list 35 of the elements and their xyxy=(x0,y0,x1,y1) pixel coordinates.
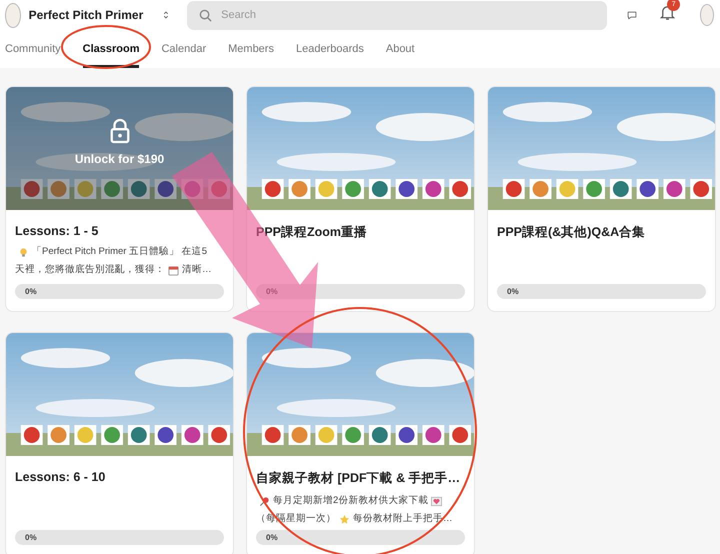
star-icon xyxy=(339,514,350,524)
course-description: 每份教材附上手把手… xyxy=(353,512,452,526)
course-card[interactable]: Lessons: 6 - 10 0% xyxy=(5,332,234,554)
course-card[interactable]: Unlock for $190 Lessons: 1 - 5 「Perfect Pitch Primer 五日體驗」 在這5 天裡，您將徹底告別混亂，獲得： 清晰… 0% xyxy=(5,86,234,312)
nav-tab[interactable]: Members xyxy=(228,30,274,68)
course-description: 每月定期新增2份新教材供大家下載 xyxy=(273,494,428,508)
course-card[interactable]: PPP課程Zoom重播 0% xyxy=(246,86,475,312)
nav-tab[interactable]: Community xyxy=(5,30,61,68)
nav-tab[interactable]: About xyxy=(386,30,415,68)
nav-tab[interactable]: Calendar xyxy=(161,30,206,68)
course-title[interactable]: 自家親子教材 [PDF下載 & 手把手… xyxy=(256,470,465,487)
heart-icon xyxy=(431,496,442,506)
progress-label: 0% xyxy=(266,286,278,298)
lock-icon xyxy=(108,118,130,144)
search-icon xyxy=(199,8,212,22)
progress-label: 0% xyxy=(507,286,519,298)
unlock-price: Unlock for $190 xyxy=(74,152,164,166)
progress-label: 0% xyxy=(25,532,37,544)
course-description: 清晰… xyxy=(182,263,212,277)
progress-label: 0% xyxy=(266,532,278,544)
nav-tab[interactable]: Leaderboards xyxy=(296,30,364,68)
community-name: Perfect Pitch Primer xyxy=(28,8,144,22)
course-title[interactable]: Lessons: 1 - 5 xyxy=(15,224,224,238)
course-description: 天裡，您將徹底告別混亂，獲得： xyxy=(15,263,165,277)
course-card[interactable]: PPP課程(&其他)Q&A合集 0% xyxy=(487,86,716,312)
course-title[interactable]: PPP課程(&其他)Q&A合集 xyxy=(497,224,706,241)
course-title[interactable]: Lessons: 6 - 10 xyxy=(15,470,224,484)
progress-label: 0% xyxy=(25,286,37,298)
calendar-icon xyxy=(168,264,179,276)
lightbulb-icon xyxy=(18,246,29,258)
bell-icon[interactable] xyxy=(659,4,676,21)
pushpin-icon xyxy=(259,496,270,506)
course-title[interactable]: PPP課程Zoom重播 xyxy=(256,224,465,241)
search-field[interactable]: Search xyxy=(187,0,608,30)
course-description: 「Perfect Pitch Primer 五日體驗」 在這5 xyxy=(32,245,208,259)
